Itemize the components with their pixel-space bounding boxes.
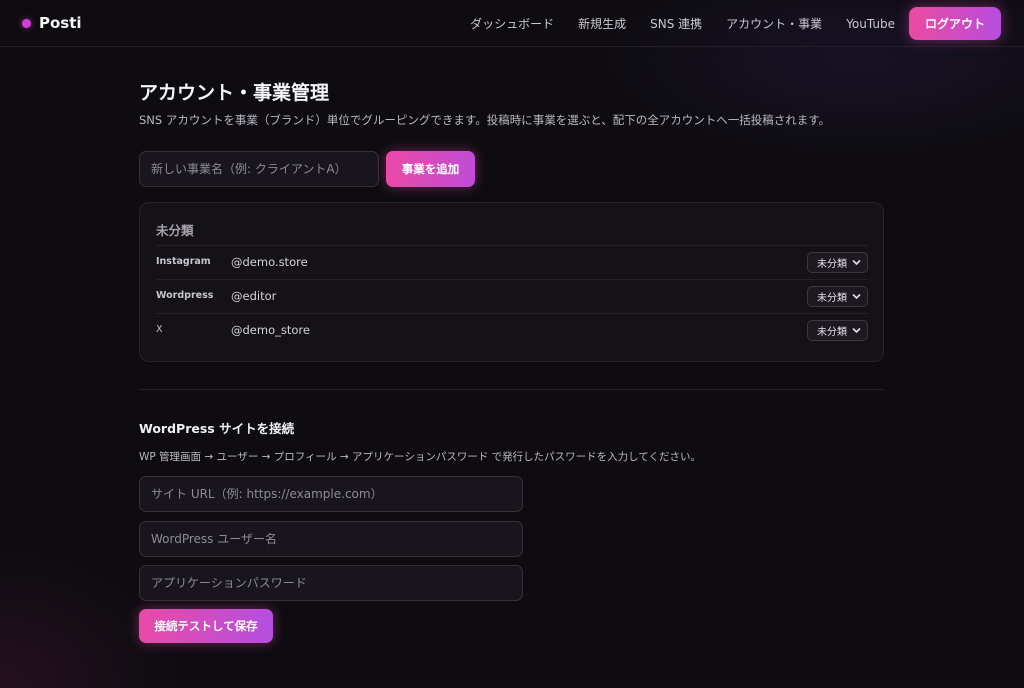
business-select[interactable]: 未分類 <box>807 252 868 273</box>
business-select-value: 未分類 <box>817 327 847 338</box>
account-platform: Instagram <box>156 256 211 267</box>
main-nav: ダッシュボード 新規生成 SNS 連携 アカウント・事業 YouTube ログア… <box>470 7 1001 40</box>
account-platform: Wordpress <box>156 290 214 301</box>
site-url-input[interactable] <box>139 476 523 512</box>
page-description: SNS アカウントを事業（ブランド）単位でグルーピングできます。投稿時に事業を選… <box>139 113 831 127</box>
top-nav-bar: Posti ダッシュボード 新規生成 SNS 連携 アカウント・事業 YouTu… <box>0 0 1024 47</box>
nav-new-generate[interactable]: 新規生成 <box>578 15 626 32</box>
section-divider <box>139 389 884 390</box>
brand[interactable]: Posti <box>22 14 82 32</box>
business-select-value: 未分類 <box>817 293 847 304</box>
logout-button[interactable]: ログアウト <box>908 7 1001 40</box>
chevron-down-icon <box>852 259 861 266</box>
business-select[interactable]: 未分類 <box>807 286 868 307</box>
group-title: 未分類 <box>156 223 194 238</box>
account-row: X @demo_store 未分類 <box>156 313 868 347</box>
page-title: アカウント・事業管理 <box>139 82 330 104</box>
business-select[interactable]: 未分類 <box>807 320 868 341</box>
account-handle: @demo.store <box>231 255 308 269</box>
add-business-button[interactable]: 事業を追加 <box>386 151 475 187</box>
group-card-uncategorized: 未分類 Instagram @demo.store 未分類 Wordpress … <box>139 202 884 362</box>
nav-dashboard[interactable]: ダッシュボード <box>470 15 554 32</box>
nav-sns-link[interactable]: SNS 連携 <box>650 15 702 32</box>
nav-accounts-business[interactable]: アカウント・事業 <box>726 15 822 32</box>
account-row: Wordpress @editor 未分類 <box>156 279 868 313</box>
account-handle: @demo_store <box>231 323 310 337</box>
wordpress-username-input[interactable] <box>139 521 523 557</box>
nav-youtube[interactable]: YouTube <box>846 17 895 31</box>
chevron-down-icon <box>852 327 861 334</box>
chevron-down-icon <box>852 293 861 300</box>
brand-name: Posti <box>39 14 82 32</box>
account-platform: X <box>156 324 163 335</box>
business-name-input[interactable] <box>139 151 379 187</box>
test-and-save-button[interactable]: 接続テストして保存 <box>139 609 273 643</box>
account-handle: @editor <box>231 289 277 303</box>
business-select-value: 未分類 <box>817 259 847 270</box>
account-row: Instagram @demo.store 未分類 <box>156 245 868 279</box>
wordpress-section-description: WP 管理画面 → ユーザー → プロフィール → アプリケーションパスワード … <box>139 451 702 463</box>
brand-dot-icon <box>22 18 31 28</box>
application-password-input[interactable] <box>139 565 523 601</box>
wordpress-section-title: WordPress サイトを接続 <box>139 421 295 436</box>
